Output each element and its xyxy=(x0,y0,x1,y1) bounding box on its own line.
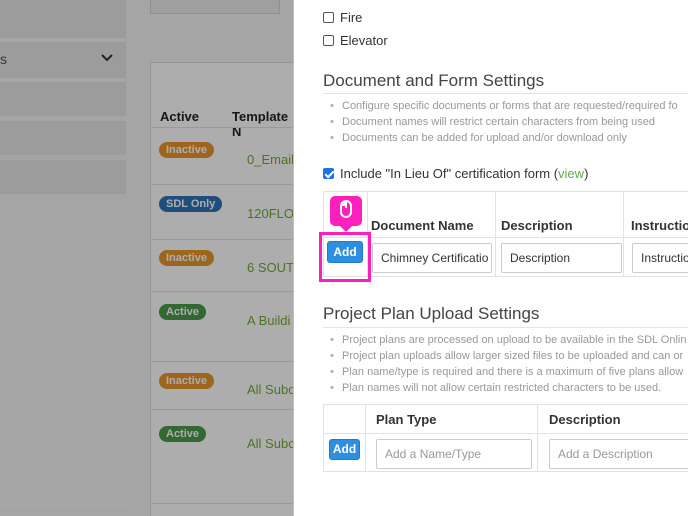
section-divider xyxy=(323,93,688,94)
document-instructions-field[interactable]: Instructio xyxy=(632,243,688,273)
note-item: Plan names will not allow certain restri… xyxy=(330,380,686,396)
checkbox-fire[interactable]: Fire xyxy=(323,10,362,25)
column-header-description: Description xyxy=(549,412,621,427)
view-link[interactable]: view xyxy=(558,166,584,181)
plan-settings-notes: Project plans are processed on upload to… xyxy=(330,332,687,396)
section-title-plan-settings: Project Plan Upload Settings xyxy=(323,304,540,323)
mouse-click-icon xyxy=(330,196,362,232)
checkbox-elevator[interactable]: Elevator xyxy=(323,33,388,48)
column-header-plan-type: Plan Type xyxy=(376,412,437,427)
plan-type-input[interactable]: Add a Name/Type xyxy=(376,439,532,469)
document-description-field[interactable]: Description xyxy=(501,243,622,273)
column-header-instructions: Instructio xyxy=(631,218,688,233)
checkbox-box[interactable] xyxy=(323,12,334,23)
column-header-description: Description xyxy=(501,218,573,233)
checkbox-box-checked[interactable] xyxy=(323,168,334,179)
checkbox-label: Fire xyxy=(340,10,363,25)
plan-description-input[interactable]: Add a Description xyxy=(549,439,688,469)
checkbox-box[interactable] xyxy=(323,35,334,46)
section-title-document-settings: Document and Form Settings xyxy=(323,71,545,90)
checkbox-in-lieu-of[interactable]: Include "In Lieu Of" certification form … xyxy=(323,166,588,181)
documents-table: Document Name Description Instructio Chi… xyxy=(323,191,688,277)
note-item: Plan name/type is required and there is … xyxy=(330,364,686,380)
document-name-field[interactable]: Chimney Certificatio xyxy=(372,243,492,273)
plans-table: Plan Type Description Add Add a Name/Typ… xyxy=(323,404,688,472)
note-item: Project plans are processed on upload to… xyxy=(330,332,687,348)
modal-backdrop[interactable] xyxy=(0,0,293,516)
table-column xyxy=(324,405,366,471)
checkbox-label: Include "In Lieu Of" certification form … xyxy=(340,166,559,181)
add-document-button[interactable]: Add xyxy=(327,241,363,263)
table-row-divider xyxy=(324,237,688,238)
template-settings-panel: Fire Elevator Document and Form Settings… xyxy=(293,0,688,516)
section-divider xyxy=(323,327,688,328)
note-item: Documents can be added for upload and/or… xyxy=(330,130,678,146)
label-suffix: ) xyxy=(584,166,589,181)
note-item: Document names will restrict certain cha… xyxy=(330,114,678,130)
note-item: Configure specific documents or forms th… xyxy=(330,98,678,114)
column-header-document-name: Document Name xyxy=(371,218,474,233)
add-plan-button[interactable]: Add xyxy=(329,439,360,460)
note-item: Project plan uploads allow larger sized … xyxy=(330,348,686,364)
table-row-divider xyxy=(324,433,688,434)
document-settings-notes: Configure specific documents or forms th… xyxy=(330,98,678,146)
checkbox-label: Elevator xyxy=(340,33,388,48)
